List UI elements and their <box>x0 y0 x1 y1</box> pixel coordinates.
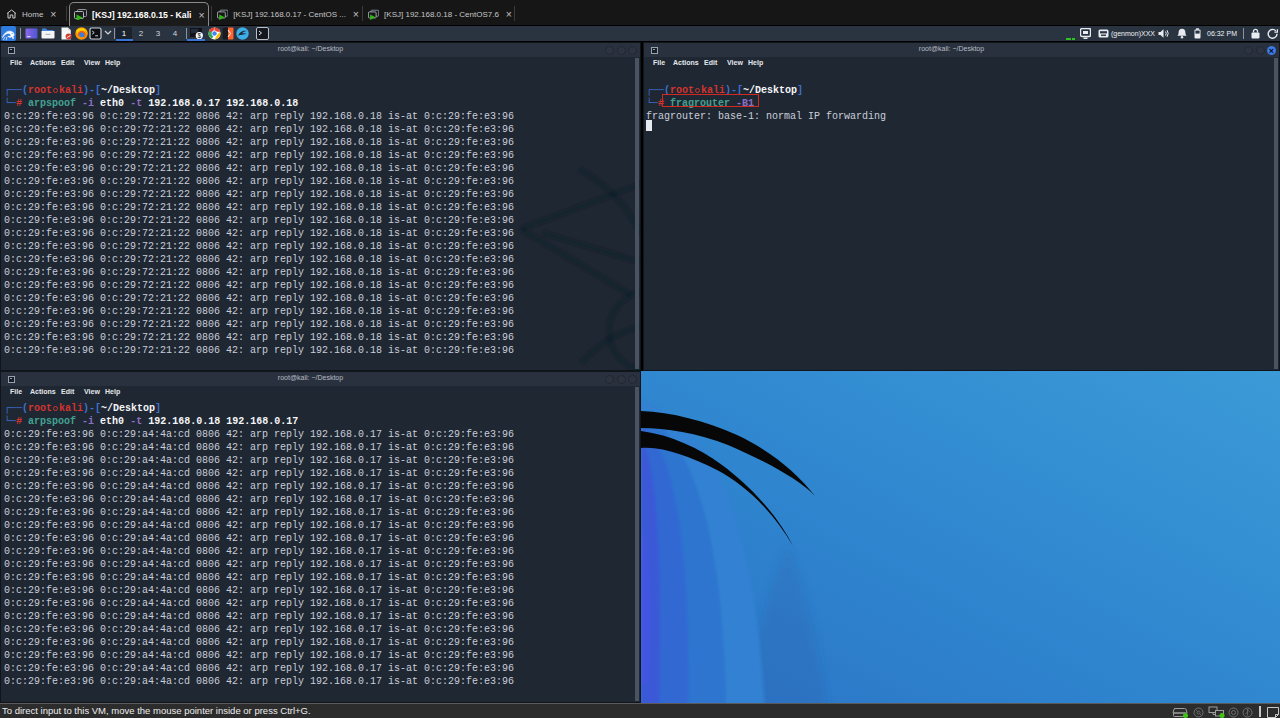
svg-text:$: $ <box>197 32 201 39</box>
